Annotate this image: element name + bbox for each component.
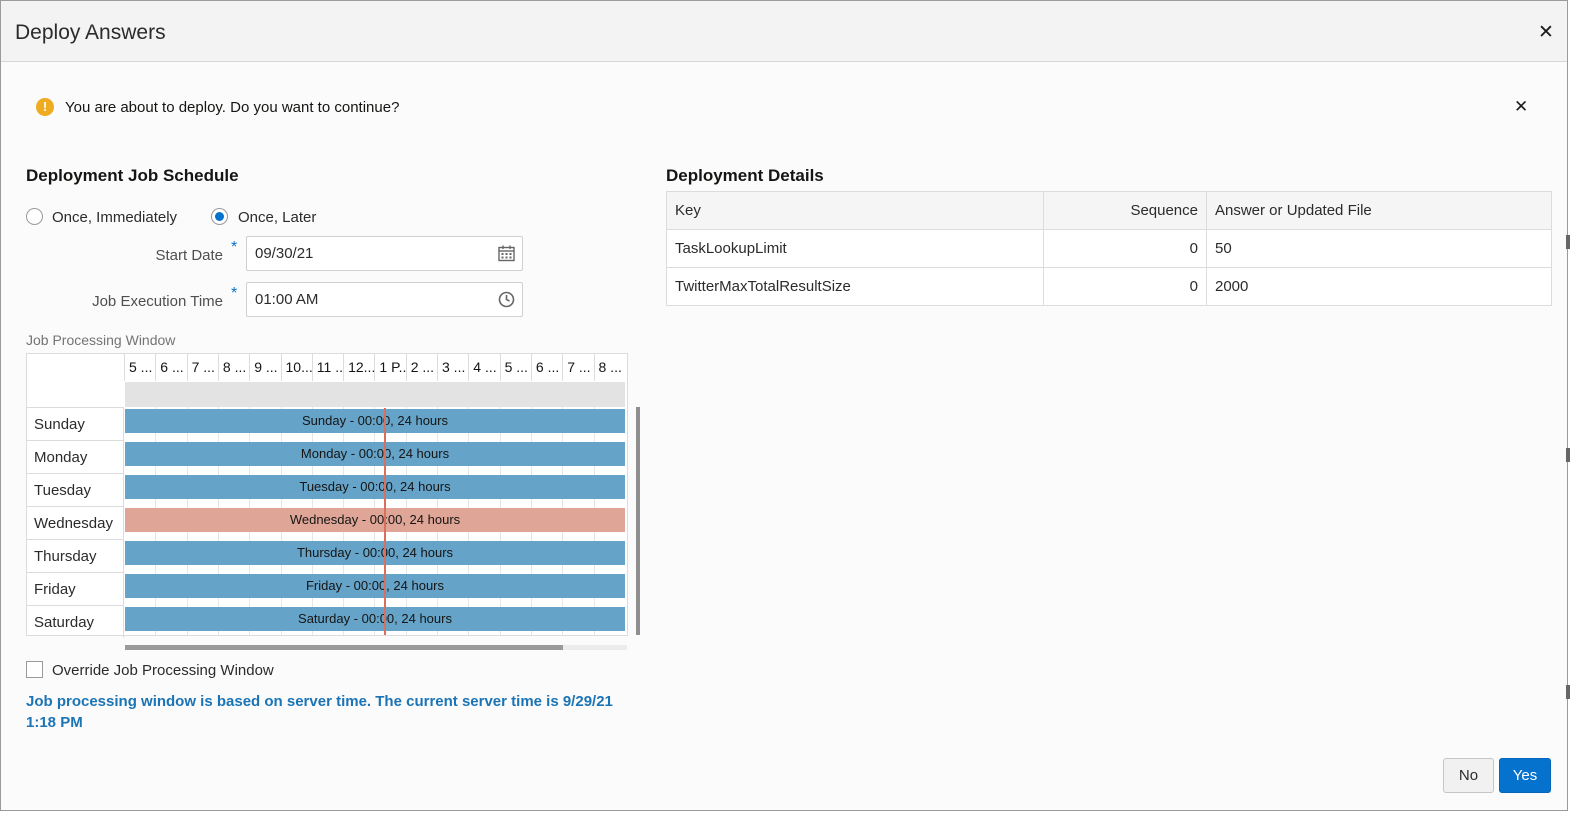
radio-once-later-label: Once, Later [238, 209, 317, 226]
background-edge-mark [1566, 685, 1570, 699]
details-section-title: Deployment Details [666, 166, 824, 185]
cell-answer: 2000 [1206, 267, 1552, 306]
time-header-cell: 7 ... [186, 354, 218, 381]
time-header-cell: 2 ... [405, 354, 437, 381]
radio-once-immediately-label: Once, Immediately [52, 209, 178, 226]
day-label: Wednesday [27, 506, 124, 539]
column-header-sequence[interactable]: Sequence [1043, 191, 1207, 230]
cell-answer: 50 [1206, 229, 1552, 268]
current-time-line [384, 408, 386, 635]
override-window-label: Override Job Processing Window [52, 662, 274, 679]
required-marker: * [231, 285, 238, 302]
time-header-cell: 12... [343, 354, 374, 381]
day-label: Sunday [27, 407, 124, 440]
time-header-cell: 9 ... [249, 354, 280, 381]
deploy-answers-dialog: Deploy Answers ✕ ! You are about to depl… [0, 0, 1568, 811]
deployment-details-table: Key Sequence Answer or Updated File Task… [666, 191, 1552, 306]
dialog-title: Deploy Answers [15, 21, 166, 44]
calendar-icon[interactable] [498, 245, 515, 262]
time-header-cell: 7 ... [562, 354, 593, 381]
table-row[interactable]: TaskLookupLimit 0 50 [666, 229, 1552, 268]
radio-once-immediately[interactable] [26, 208, 43, 225]
start-date-label: Start Date [155, 247, 223, 264]
required-marker: * [231, 239, 238, 256]
schedule-section-title: Deployment Job Schedule [26, 166, 239, 185]
cell-key: TaskLookupLimit [666, 229, 1044, 268]
override-window-checkbox[interactable] [26, 661, 43, 678]
processing-window-bar[interactable]: Thursday - 00:00, 24 hours [125, 541, 625, 565]
time-header-cell: 8 ... [593, 354, 625, 381]
exec-time-value: 01:00 AM [255, 291, 319, 308]
day-label: Tuesday [27, 473, 124, 506]
time-header-cell: 8 ... [217, 354, 249, 381]
alert-message: You are about to deploy. Do you want to … [65, 99, 400, 116]
time-header-cell: 4 ... [468, 354, 499, 381]
cell-sequence: 0 [1043, 229, 1207, 268]
exec-time-input[interactable]: 01:00 AM [246, 282, 523, 317]
processing-window-bar[interactable]: Friday - 00:00, 24 hours [125, 574, 625, 598]
day-label: Saturday [27, 605, 124, 638]
time-header-band [125, 382, 625, 407]
column-header-answer[interactable]: Answer or Updated File [1206, 191, 1552, 230]
start-date-value: 09/30/21 [255, 245, 314, 262]
background-edge-mark [1566, 235, 1570, 249]
table-row[interactable]: TwitterMaxTotalResultSize 0 2000 [666, 267, 1552, 306]
processing-window-bar[interactable]: Tuesday - 00:00, 24 hours [125, 475, 625, 499]
background-edge [1568, 0, 1594, 824]
day-label: Monday [27, 440, 124, 473]
dialog-header: Deploy Answers ✕ [1, 1, 1567, 62]
time-header-cell: 10... [280, 354, 312, 381]
processing-window-bar[interactable]: Saturday - 00:00, 24 hours [125, 607, 625, 631]
dialog-close-icon[interactable]: ✕ [1538, 23, 1554, 42]
time-header-cell: 5 ... [499, 354, 531, 381]
exec-time-label: Job Execution Time [92, 293, 223, 310]
time-header-cell: 6 ... [530, 354, 562, 381]
processing-window-bar[interactable]: Wednesday - 00:00, 24 hours [125, 508, 625, 532]
scheduler-vertical-scrollbar[interactable] [636, 407, 640, 635]
time-header: 5 ...6 ...7 ...8 ...9 ...10...11 ...12..… [124, 354, 627, 381]
day-label: Friday [27, 572, 124, 605]
time-header-cell: 5 ... [124, 354, 155, 381]
cell-sequence: 0 [1043, 267, 1207, 306]
time-header-cell: 3 ... [437, 354, 468, 381]
server-time-note: Job processing window is based on server… [26, 693, 613, 731]
cell-key: TwitterMaxTotalResultSize [666, 267, 1044, 306]
warning-icon: ! [36, 98, 54, 116]
day-label: Thursday [27, 539, 124, 572]
no-button[interactable]: No [1443, 758, 1494, 793]
start-date-input[interactable]: 09/30/21 [246, 236, 523, 271]
time-header-cell: 6 ... [155, 354, 186, 381]
time-header-cell: 11 ... [311, 354, 343, 381]
yes-button[interactable]: Yes [1499, 758, 1551, 793]
alert-close-icon[interactable]: ✕ [1514, 98, 1528, 115]
processing-window-bar[interactable]: Sunday - 00:00, 24 hours [125, 409, 625, 433]
radio-once-later[interactable] [211, 208, 228, 225]
job-processing-window-label: Job Processing Window [26, 332, 176, 348]
background-edge-mark [1566, 448, 1570, 462]
processing-window-bar[interactable]: Monday - 00:00, 24 hours [125, 442, 625, 466]
scheduler-horizontal-scrollbar[interactable] [125, 645, 563, 650]
table-header-row: Key Sequence Answer or Updated File [666, 191, 1552, 230]
column-header-key[interactable]: Key [666, 191, 1044, 230]
clock-icon[interactable] [498, 291, 515, 308]
job-processing-scheduler[interactable]: 5 ...6 ...7 ...8 ...9 ...10...11 ...12..… [26, 353, 628, 638]
time-header-cell: 1 P... [374, 354, 406, 381]
